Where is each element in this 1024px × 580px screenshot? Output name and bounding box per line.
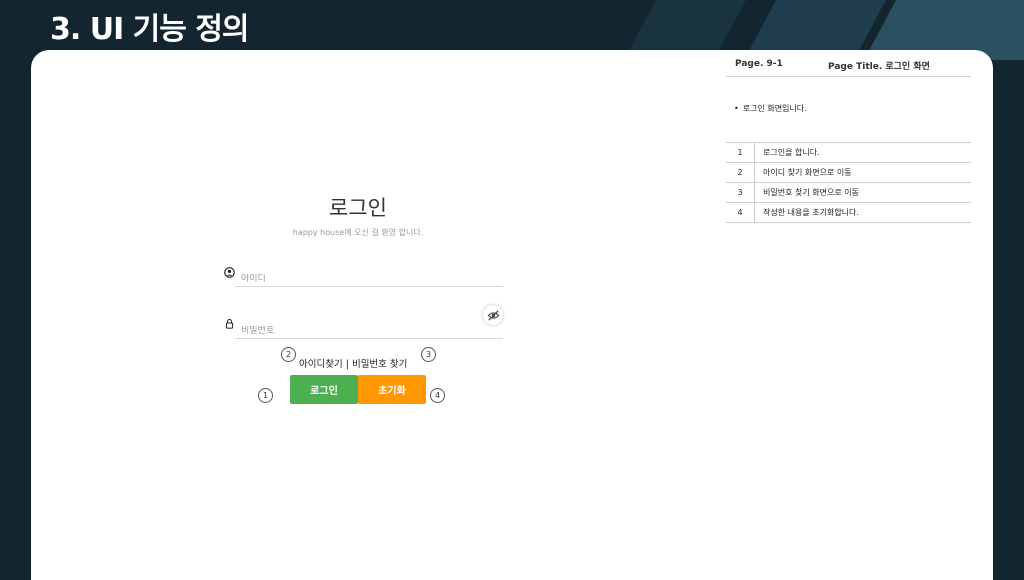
spec-description: • 로그인 화면입니다. xyxy=(734,103,807,114)
row-number: 3 xyxy=(726,183,755,202)
user-circle-icon xyxy=(224,267,235,278)
row-text: 로그인을 합니다. xyxy=(763,148,820,157)
table-row: 4 작성한 내용을 초기화합니다. xyxy=(726,203,971,223)
page-number: Page. 9-1 xyxy=(735,59,783,69)
find-password-link[interactable]: 비밀번호 찾기 xyxy=(352,359,407,370)
callout-badge-2: 2 xyxy=(281,347,296,362)
row-number: 2 xyxy=(726,163,755,182)
toggle-visibility-button[interactable] xyxy=(483,305,503,325)
row-number: 1 xyxy=(726,143,755,162)
id-input[interactable] xyxy=(235,274,461,284)
row-text: 아이디 찾기 화면으로 이동 xyxy=(763,168,852,177)
eye-off-icon xyxy=(487,309,499,321)
description-text: 로그인 화면입니다. xyxy=(742,104,807,113)
reset-button[interactable]: 초기화 xyxy=(358,375,426,404)
page-title: Page Title. 로그인 화면 xyxy=(828,62,930,72)
row-number: 4 xyxy=(726,203,755,222)
id-field xyxy=(235,266,503,287)
spec-table: 1 로그인을 합니다. 2 아이디 찾기 화면으로 이동 3 비밀번호 찾기 화… xyxy=(726,142,971,223)
row-text: 비밀번호 찾기 화면으로 이동 xyxy=(763,188,859,197)
table-row: 1 로그인을 합니다. xyxy=(726,143,971,163)
login-button[interactable]: 로그인 xyxy=(290,375,358,404)
link-separator: | xyxy=(342,359,352,370)
lock-icon xyxy=(225,318,234,329)
login-subtitle: happy house에 오신 걸 환영 합니다. xyxy=(292,228,424,237)
callout-badge-4: 4 xyxy=(430,388,445,403)
content-panel xyxy=(31,50,993,580)
slide-title: 3. UI 기능 정의 xyxy=(50,12,250,47)
bullet-icon: • xyxy=(734,104,739,113)
password-input[interactable] xyxy=(235,326,461,336)
callout-badge-3: 3 xyxy=(421,347,436,362)
login-title: 로그인 xyxy=(329,196,387,220)
find-links: 아이디찾기 | 비밀번호 찾기 xyxy=(299,356,407,370)
find-id-link[interactable]: 아이디찾기 xyxy=(299,359,343,370)
row-text: 작성한 내용을 초기화합니다. xyxy=(763,208,859,217)
password-field xyxy=(235,318,503,339)
table-row: 3 비밀번호 찾기 화면으로 이동 xyxy=(726,183,971,203)
callout-badge-1: 1 xyxy=(258,388,273,403)
table-row: 2 아이디 찾기 화면으로 이동 xyxy=(726,163,971,183)
spec-header: Page. 9-1 Page Title. 로그인 화면 xyxy=(726,56,971,77)
